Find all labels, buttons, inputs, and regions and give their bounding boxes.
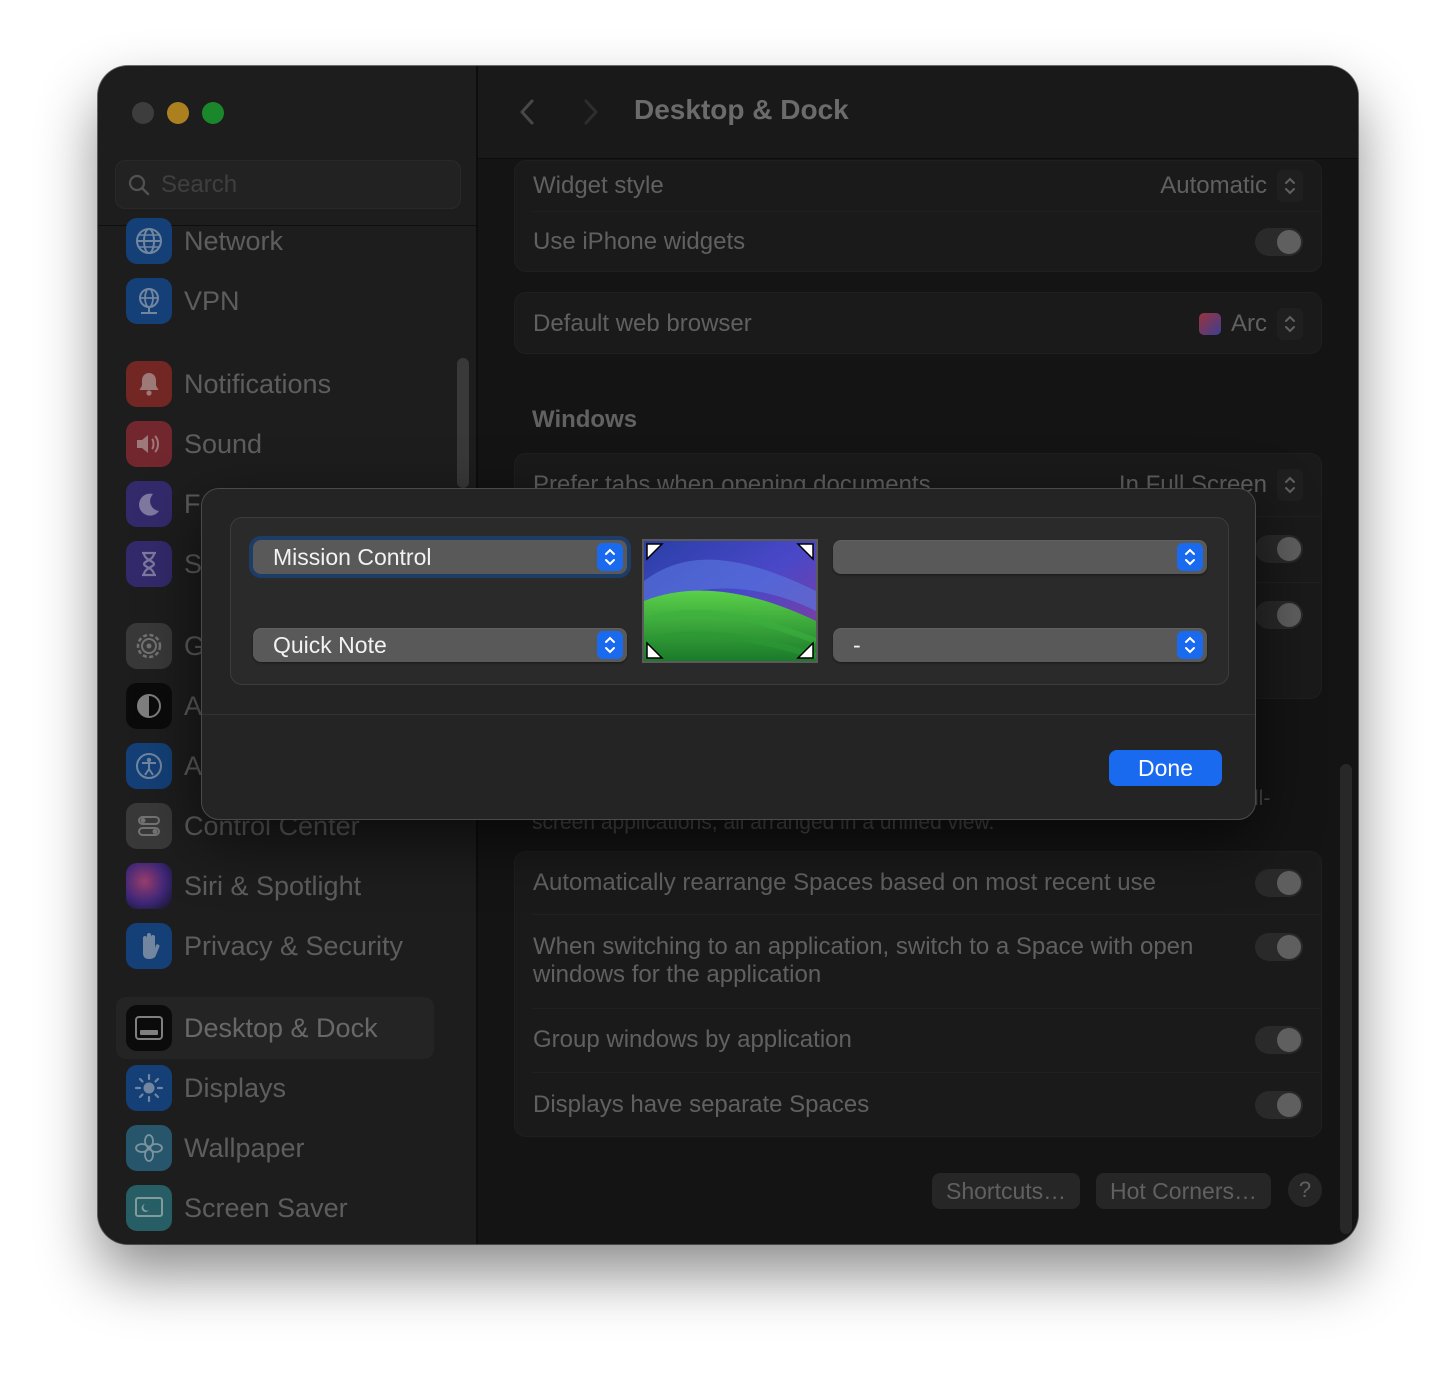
bottom-left-corner-value: Quick Note bbox=[273, 631, 387, 658]
up-down-chevron-icon bbox=[1177, 631, 1203, 659]
sheet-divider bbox=[202, 714, 1255, 715]
desktop-preview-image bbox=[642, 539, 818, 663]
bottom-left-corner-select[interactable]: Quick Note bbox=[253, 628, 627, 662]
done-button[interactable]: Done bbox=[1109, 750, 1222, 786]
bottom-right-corner-value: - bbox=[853, 631, 861, 658]
up-down-chevron-icon bbox=[597, 543, 623, 571]
hot-corners-sheet: Mission Control Quick Note - Done bbox=[201, 488, 1256, 820]
up-down-chevron-icon bbox=[597, 631, 623, 659]
up-down-chevron-icon bbox=[1177, 543, 1203, 571]
bottom-right-corner-select[interactable]: - bbox=[833, 628, 1207, 662]
top-left-corner-select[interactable]: Mission Control bbox=[253, 540, 627, 574]
top-right-corner-select[interactable] bbox=[833, 540, 1207, 574]
top-left-corner-value: Mission Control bbox=[273, 543, 432, 570]
